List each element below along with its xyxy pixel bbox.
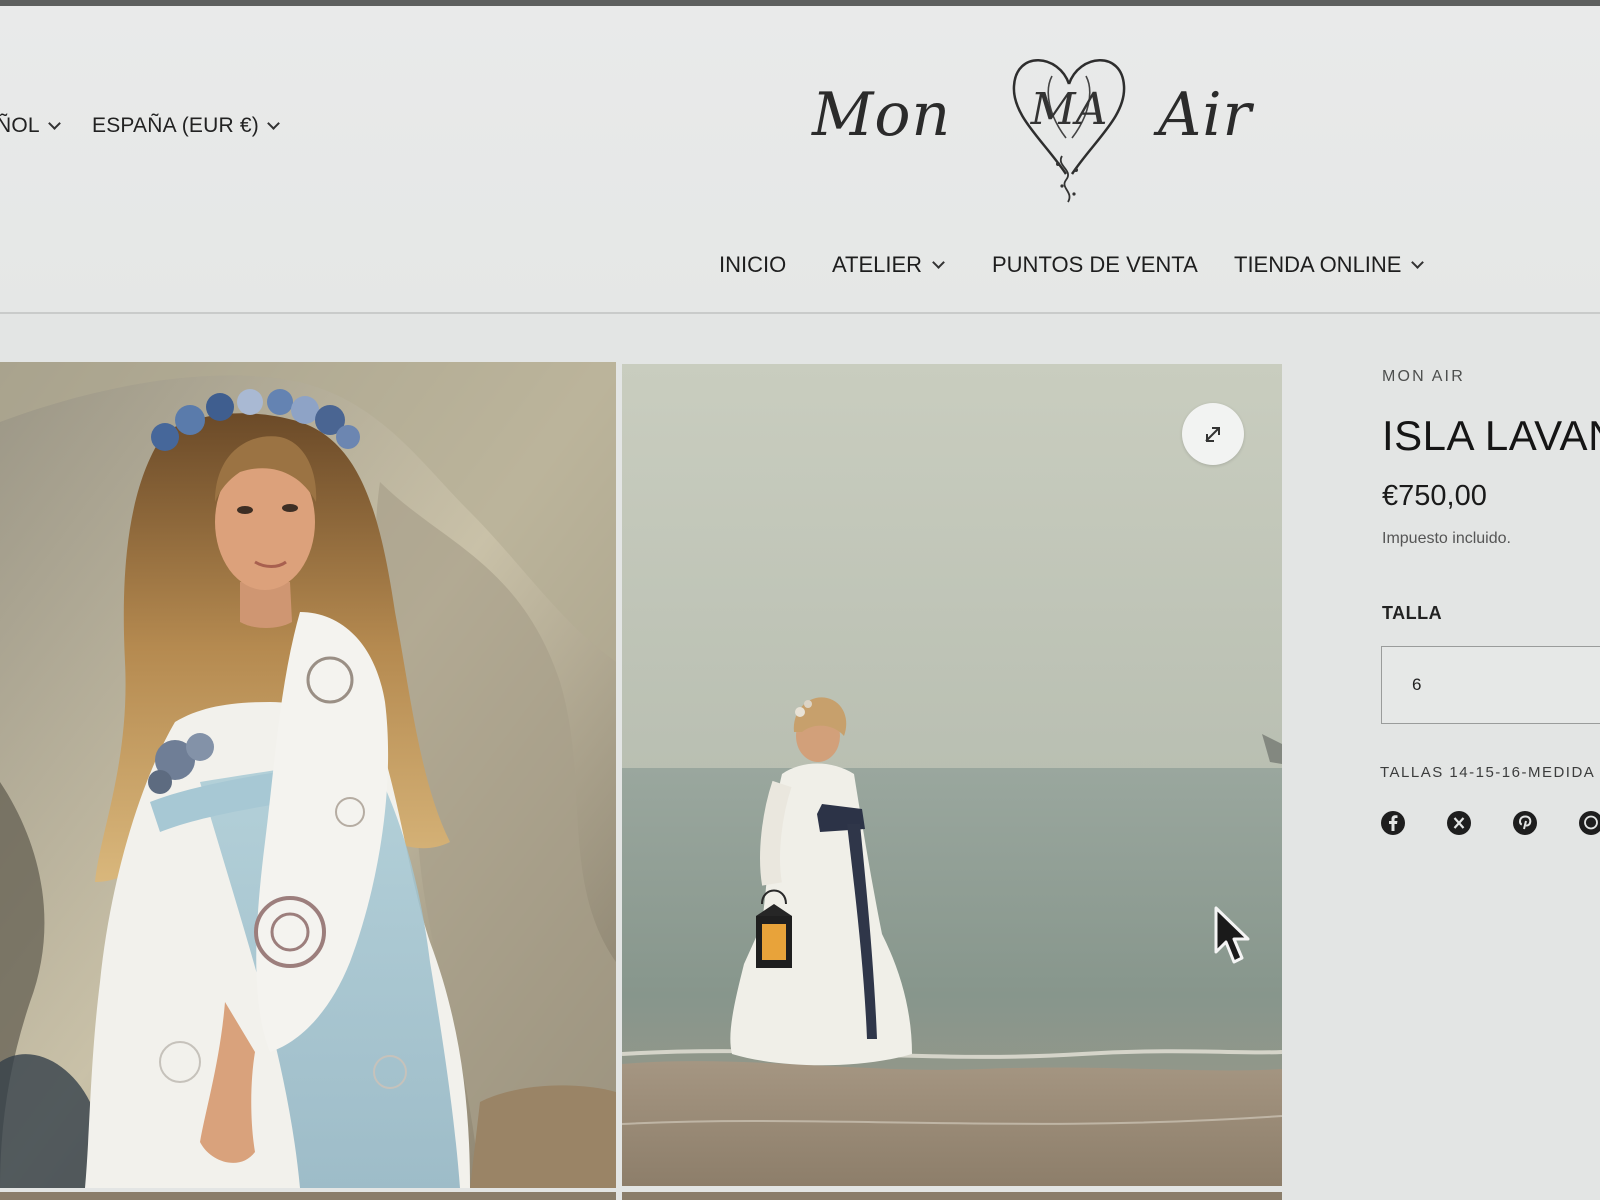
pinterest-icon[interactable] <box>1512 810 1538 836</box>
product-title: ISLA LAVANI <box>1382 412 1600 459</box>
nav-item-inicio[interactable]: INICIO <box>719 252 786 278</box>
language-selector[interactable]: ÑOL <box>0 114 61 138</box>
nav-item-tienda-online[interactable]: TIENDA ONLINE <box>1234 252 1425 278</box>
site-header: ÑOL ESPAÑA (EUR €) Mon MA Air INICIO ATE… <box>0 6 1600 314</box>
tax-note: Impuesto incluido. <box>1382 530 1511 547</box>
country-selector[interactable]: ESPAÑA (EUR €) <box>92 114 280 138</box>
x-icon[interactable] <box>1446 810 1472 836</box>
nav-item-label: PUNTOS DE VENTA <box>992 252 1198 277</box>
size-value: 6 <box>1412 675 1422 694</box>
product-image-1[interactable] <box>0 362 616 1188</box>
girl-rocks-photo <box>0 362 616 1188</box>
chevron-down-icon <box>47 116 61 130</box>
zoom-button[interactable] <box>1182 403 1244 465</box>
nav-item-label: INICIO <box>719 252 787 277</box>
girl-sea-photo <box>622 364 1282 1186</box>
logo-text-right: Air <box>1158 80 1253 150</box>
size-label: TALLA <box>1382 603 1443 623</box>
nav-item-label: TIENDA ONLINE <box>1234 252 1402 277</box>
brand-logo[interactable]: Mon MA Air <box>808 46 1298 206</box>
product-price: €750,00 <box>1382 480 1487 512</box>
size-select[interactable]: 6 <box>1381 646 1600 724</box>
product-image-2[interactable] <box>622 364 1282 1186</box>
nav-item-label: ATELIER <box>832 252 923 277</box>
next-image-strip <box>622 1192 1282 1200</box>
language-label: ÑOL <box>0 114 40 137</box>
size-note: TALLAS 14-15-16-MEDIDA <box>1380 764 1596 781</box>
next-image-strip <box>0 1192 616 1200</box>
product-vendor[interactable]: MON AIR <box>1382 368 1465 386</box>
main-nav: INICIO ATELIER PUNTOS DE VENTA TIENDA ON… <box>0 252 1600 282</box>
whatsapp-icon[interactable] <box>1578 810 1600 836</box>
facebook-icon[interactable] <box>1380 810 1406 836</box>
country-label: ESPAÑA (EUR €) <box>92 114 259 137</box>
expand-icon <box>1205 427 1220 442</box>
heart-monogram-icon: MA <box>1012 59 1126 203</box>
nav-item-atelier[interactable]: ATELIER <box>832 252 945 278</box>
logo-monogram: MA <box>1030 84 1108 135</box>
nav-item-puntos-de-venta[interactable]: PUNTOS DE VENTA <box>992 252 1198 278</box>
logo-text-left: Mon <box>812 80 952 150</box>
chevron-down-icon <box>1411 255 1425 269</box>
chevron-down-icon <box>267 116 280 130</box>
chevron-down-icon <box>932 255 945 269</box>
mouse-cursor-icon <box>1214 906 1250 964</box>
